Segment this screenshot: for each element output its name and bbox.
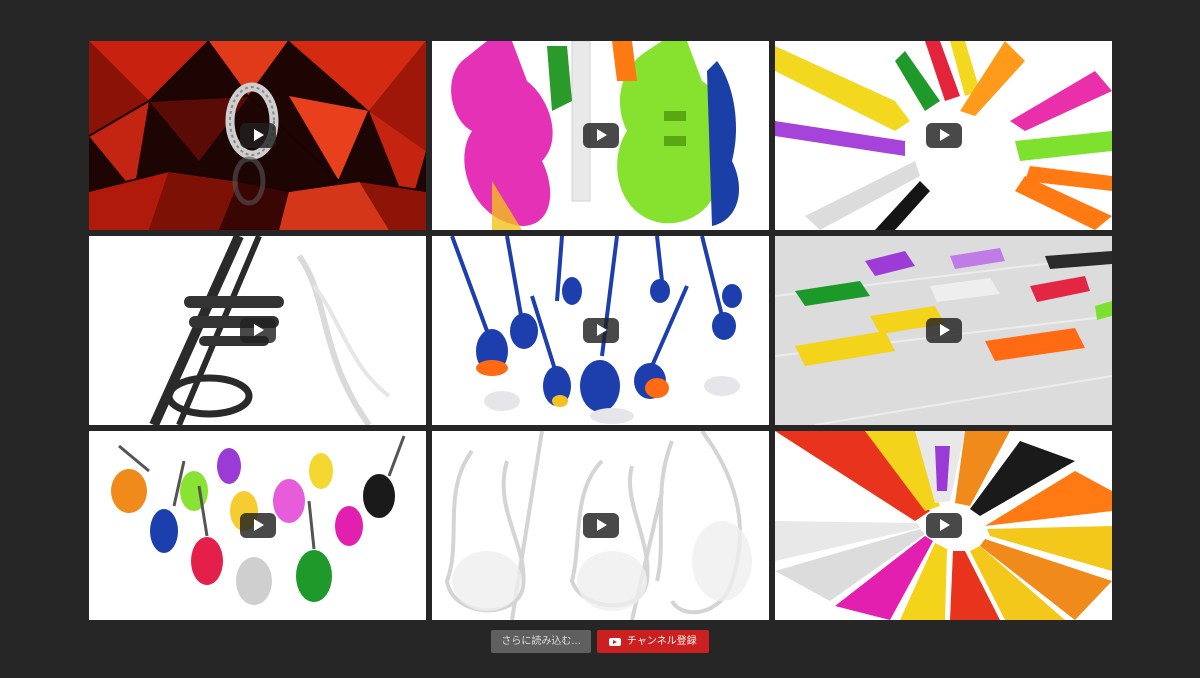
play-icon[interactable]	[239, 317, 276, 343]
play-icon[interactable]	[925, 122, 962, 148]
load-more-button[interactable]: さらに読み込む...	[491, 630, 591, 653]
video-gallery-page: さらに読み込む... チャンネル登録	[0, 0, 1200, 678]
video-thumb-guitars[interactable]	[432, 41, 769, 230]
video-thumb-keyboards[interactable]	[775, 236, 1112, 425]
video-thumb-bass-guitars[interactable]	[432, 236, 769, 425]
load-more-label: さらに読み込む...	[501, 636, 581, 647]
video-thumb-violins[interactable]	[89, 431, 426, 620]
video-thumb-clear-violins[interactable]	[432, 431, 769, 620]
play-icon[interactable]	[239, 122, 276, 148]
play-icon[interactable]	[582, 122, 619, 148]
subscribe-button[interactable]: チャンネル登録	[596, 630, 709, 653]
video-thumb-trumpet[interactable]	[89, 236, 426, 425]
video-grid	[89, 41, 1112, 620]
play-icon[interactable]	[582, 317, 619, 343]
play-icon[interactable]	[925, 512, 962, 538]
play-icon[interactable]	[925, 317, 962, 343]
subscribe-label: チャンネル登録	[626, 636, 697, 647]
video-thumb-saxophones[interactable]	[775, 41, 1112, 230]
play-icon[interactable]	[239, 512, 276, 538]
gallery-actions: さらに読み込む... チャンネル登録	[0, 630, 1200, 653]
play-icon[interactable]	[582, 512, 619, 538]
youtube-icon	[608, 637, 621, 646]
video-thumb-harps[interactable]	[775, 431, 1112, 620]
video-thumb-ring-red[interactable]	[89, 41, 426, 230]
